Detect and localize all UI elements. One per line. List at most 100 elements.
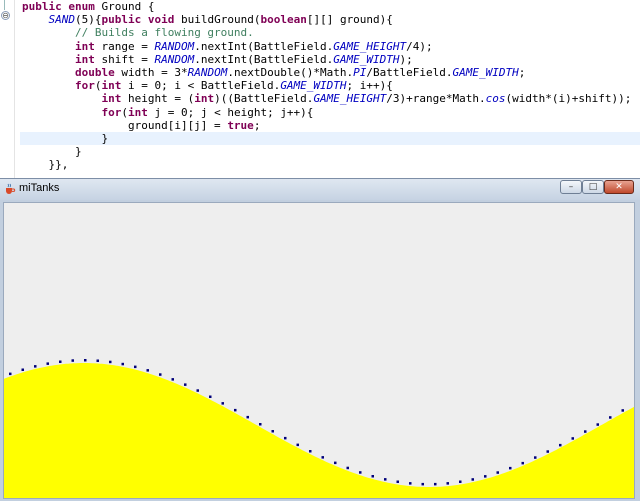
ground-dot bbox=[334, 461, 337, 465]
code-token: ; i++){ bbox=[346, 79, 393, 93]
code-token: ( bbox=[121, 105, 128, 119]
ground-dot bbox=[146, 369, 149, 372]
code-token: int bbox=[101, 92, 128, 106]
code-line: } bbox=[22, 145, 82, 158]
ground-dot bbox=[296, 443, 299, 447]
code-token: GAME_WIDTH bbox=[280, 79, 347, 93]
code-token: RANDOM bbox=[154, 52, 195, 66]
code-line: // Builds a flowing ground. bbox=[22, 26, 254, 39]
ground-dot bbox=[34, 365, 37, 368]
code-token: RANDOM bbox=[187, 66, 228, 79]
ground-dot bbox=[596, 423, 599, 426]
maximize-button[interactable]: □ bbox=[582, 180, 604, 194]
code-line: int range = RANDOM.nextInt(BattleField.G… bbox=[22, 40, 433, 53]
code-token: ); bbox=[399, 52, 413, 66]
code-token: int bbox=[101, 79, 128, 93]
code-line: ground[i][j] = true; bbox=[22, 119, 260, 132]
code-line: SAND(5){public void buildGround(boolean[… bbox=[22, 13, 393, 26]
ground-dot bbox=[446, 482, 449, 485]
ground-dot bbox=[209, 395, 212, 398]
code-token: )((BattleField. bbox=[214, 92, 314, 106]
ground-dot bbox=[84, 359, 87, 362]
close-button[interactable]: ✕ bbox=[604, 180, 634, 194]
minimize-button[interactable]: – bbox=[560, 180, 582, 194]
ground-dot bbox=[409, 482, 412, 485]
code-token: width = 3* bbox=[121, 66, 188, 79]
code-token: /4); bbox=[406, 39, 433, 53]
code-line: int height = (int)((BattleField.GAME_HEI… bbox=[22, 92, 631, 105]
code-token: public enum bbox=[22, 0, 102, 13]
ground-dot bbox=[21, 368, 24, 371]
code-token: GAME_HEIGHT bbox=[333, 39, 407, 53]
ground-dot bbox=[434, 482, 437, 486]
java-cup-icon[interactable] bbox=[4, 183, 16, 195]
ground-dot bbox=[71, 359, 74, 362]
code-token: }}, bbox=[22, 158, 69, 172]
code-token: Ground { bbox=[101, 0, 155, 13]
code-line: for(int j = 0; j < height; j++){ bbox=[22, 106, 313, 119]
code-token: .nextInt(BattleField. bbox=[194, 52, 334, 66]
ground-dot bbox=[284, 436, 287, 440]
code-token: height = ( bbox=[127, 92, 195, 106]
ground-drawing bbox=[4, 359, 634, 498]
ground-dot bbox=[396, 480, 399, 483]
code-token: [][] ground){ bbox=[306, 13, 393, 27]
game-canvas[interactable] bbox=[3, 202, 635, 499]
code-token: (width*(i)+shift)); bbox=[505, 92, 632, 106]
code-token: (5){ bbox=[75, 13, 102, 27]
code-token: int bbox=[74, 52, 102, 66]
code-token: } bbox=[22, 132, 109, 145]
title-bar[interactable]: miTanks – □ ✕ bbox=[0, 179, 640, 200]
ground-dot bbox=[196, 389, 199, 392]
ground-dot bbox=[621, 409, 624, 412]
code-token: int bbox=[74, 39, 102, 53]
code-line: double width = 3*RANDOM.nextDouble()*Mat… bbox=[22, 66, 525, 79]
code-token: } bbox=[22, 145, 82, 159]
code-line: int shift = RANDOM.nextInt(BattleField.G… bbox=[22, 53, 413, 66]
code-token: RANDOM bbox=[154, 39, 195, 53]
ground-dot bbox=[559, 443, 562, 447]
ground-dot bbox=[359, 471, 362, 474]
code-token: SAND bbox=[48, 13, 76, 27]
ground-dot bbox=[234, 408, 237, 412]
code-token: buildGround( bbox=[180, 13, 261, 27]
ground-dot bbox=[534, 456, 537, 459]
gutter-divider bbox=[14, 0, 15, 180]
ground-dot bbox=[221, 402, 224, 405]
ground-dot bbox=[609, 416, 612, 419]
ground-dot bbox=[184, 383, 187, 386]
ground-dot bbox=[271, 430, 274, 433]
ground-dot bbox=[59, 360, 62, 363]
code-token: int bbox=[194, 92, 215, 106]
ground-dot bbox=[171, 378, 174, 381]
ground-dot bbox=[309, 450, 312, 453]
code-line: }}, bbox=[22, 158, 68, 171]
code-token: range = bbox=[101, 39, 155, 53]
fold-toggle-icon[interactable]: ⊖ bbox=[1, 11, 10, 20]
ground-dot bbox=[259, 423, 262, 426]
code-token: double bbox=[74, 66, 122, 79]
ground-dot bbox=[546, 450, 549, 453]
code-token: GAME_WIDTH bbox=[333, 52, 400, 66]
code-token: j = 0; j < height; j++){ bbox=[154, 105, 314, 119]
code-token: cos bbox=[485, 92, 506, 106]
minimize-icon: – bbox=[568, 182, 574, 192]
ground-dot bbox=[9, 372, 12, 376]
window-title: miTanks bbox=[19, 182, 60, 194]
ground-dot bbox=[509, 466, 512, 470]
ground-dot bbox=[346, 466, 349, 470]
ground-dot bbox=[459, 480, 462, 483]
code-token: .nextDouble()*Math. bbox=[227, 66, 354, 79]
code-line: public enum Ground { bbox=[22, 0, 154, 13]
ground-dot bbox=[246, 415, 249, 419]
ground-dot bbox=[109, 360, 112, 364]
close-icon: ✕ bbox=[615, 182, 623, 192]
code-token: .nextInt(BattleField. bbox=[194, 39, 334, 53]
code-editor[interactable]: ⊖ public enum Ground { SAND(5){public vo… bbox=[0, 0, 640, 180]
